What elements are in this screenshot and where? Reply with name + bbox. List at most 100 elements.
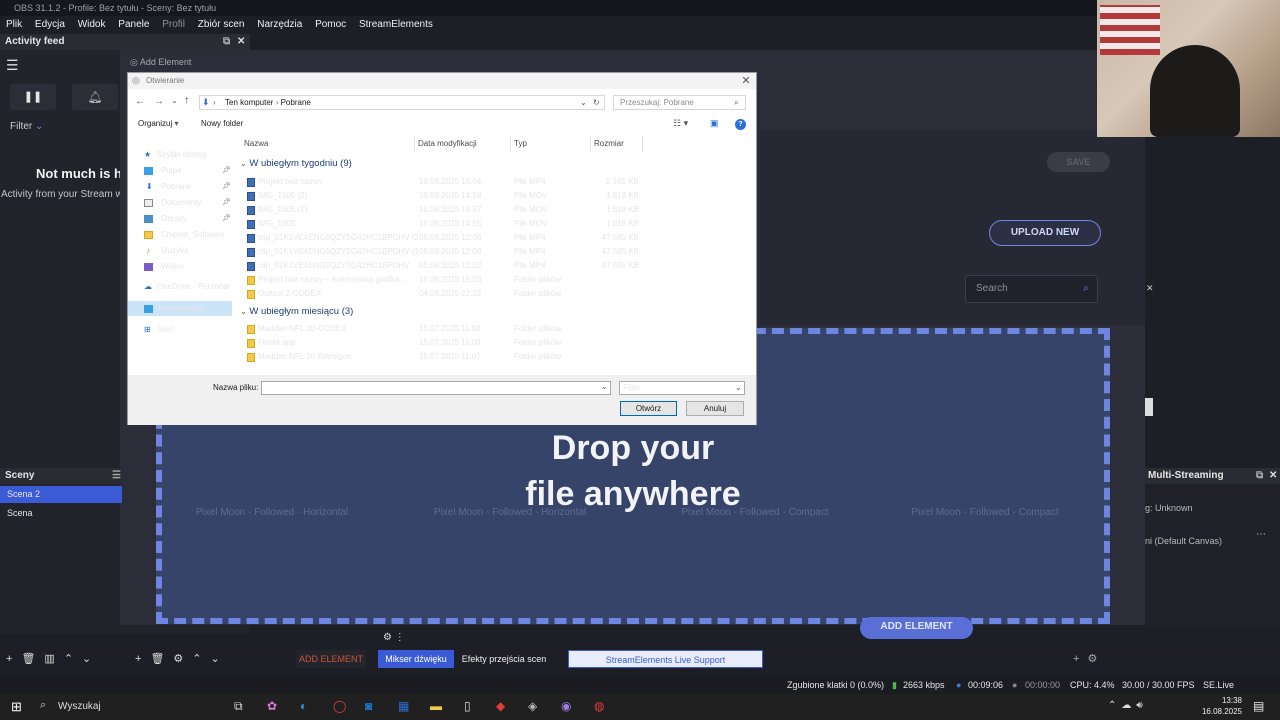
nav-item-chipset-software[interactable]: Chipset_Software bbox=[128, 227, 232, 242]
nav-item-desktop[interactable]: Pulpit 📌︎ bbox=[128, 163, 232, 178]
library-search-input[interactable]: Search ⌕ bbox=[965, 275, 1098, 303]
taskbar-search[interactable]: Wyszukaj bbox=[58, 701, 101, 712]
notifications-button[interactable]: 🔔︎ bbox=[72, 84, 118, 110]
file-explorer-icon[interactable]: ▬ bbox=[430, 699, 442, 713]
task-view-icon[interactable]: ⧉ bbox=[234, 699, 243, 714]
discord-icon[interactable]: ◉ bbox=[561, 699, 571, 713]
chevron-down-icon[interactable]: ⌄ bbox=[580, 96, 587, 109]
chevron-down-icon[interactable]: ⌄ bbox=[601, 382, 608, 391]
move-down-icon[interactable]: ⌄ bbox=[211, 653, 229, 665]
store-icon[interactable]: ▦ bbox=[398, 699, 409, 713]
game-app-icon[interactable]: ◆ bbox=[496, 699, 505, 713]
obs-taskbar-icon[interactable]: ◍ bbox=[594, 699, 604, 713]
trash-icon[interactable]: 🗑︎ bbox=[150, 653, 173, 665]
nav-item-pictures[interactable]: Obrazy 📌︎ bbox=[128, 211, 232, 226]
filename-input[interactable]: ⌄ bbox=[261, 381, 611, 395]
windows-start-icon[interactable]: ⊞ bbox=[11, 699, 22, 715]
file-row[interactable]: Projekt bez nazwy 10.08.2025 15:04 Plik MP… bbox=[245, 175, 655, 189]
up-arrow-icon[interactable]: ↑ bbox=[184, 95, 189, 106]
close-icon[interactable]: ✕ bbox=[1269, 468, 1277, 484]
filter-icon[interactable]: ▥ bbox=[44, 653, 63, 665]
app-icon[interactable]: ◈ bbox=[528, 699, 537, 713]
move-down-icon[interactable]: ⌄ bbox=[82, 653, 100, 665]
nav-item-videos[interactable]: Wideo bbox=[128, 259, 232, 274]
edge-icon[interactable]: ◐ bbox=[300, 699, 307, 713]
move-up-icon[interactable]: ⌃ bbox=[64, 653, 82, 665]
dialog-search-input[interactable]: Przeszukaj: Pobrane ⌕ bbox=[613, 95, 746, 110]
nav-item-this-pc[interactable]: Ten komputer bbox=[128, 301, 232, 316]
file-row[interactable]: Projekt bez nazwy – Animowana grafika ..… bbox=[245, 273, 655, 287]
file-row[interactable]: Madden NFL 20 ElAmigos 15.07.2025 11:07 Fo… bbox=[245, 350, 655, 364]
nav-item-quick-access[interactable]: ★ Szybki dostęp bbox=[128, 147, 232, 162]
more-options-icon[interactable]: ⋯ bbox=[1256, 529, 1266, 540]
file-row[interactable]: IMG_1505 10.08.2025 14:55 Plik MOV 1 818 KB bbox=[245, 217, 655, 231]
file-row[interactable]: IMG_1505 (2) 10.08.2025 14:58 Plik MOV 1 81… bbox=[245, 189, 655, 203]
menu-help[interactable]: Pomoc bbox=[315, 19, 346, 30]
save-button[interactable]: SAVE bbox=[1047, 152, 1110, 172]
file-group-last-month[interactable]: ⌄ W ubiegłym miesiącu (3) bbox=[240, 305, 353, 319]
copilot-icon[interactable]: ✿ bbox=[267, 699, 277, 713]
mixer-settings-icon[interactable]: ⚙ ⋮ bbox=[383, 632, 405, 643]
nav-item-music[interactable]: ♪ Muzyka bbox=[128, 243, 232, 258]
notepad-icon[interactable]: ▯ bbox=[464, 699, 471, 713]
hamburger-menu-icon[interactable]: ☰ bbox=[6, 57, 19, 74]
preview-pane-icon[interactable]: ▣ bbox=[710, 118, 719, 129]
opera-icon[interactable]: ◯ bbox=[333, 699, 346, 713]
dock-menu-icon[interactable]: ☰ bbox=[112, 468, 121, 484]
file-row[interactable]: clip_01K1VE4ENG5QZY5G42HC1BPDHV (2) 05.08… bbox=[245, 231, 655, 245]
column-type[interactable]: Typ bbox=[514, 139, 527, 148]
back-arrow-icon[interactable]: ← bbox=[135, 96, 145, 107]
gear-icon[interactable]: ⚙ bbox=[173, 653, 192, 665]
add-icon[interactable]: + bbox=[1073, 653, 1087, 665]
file-row[interactable]: clip_01K1VE4ENG5QZY5G42HC1BPDHV (1) 05.08… bbox=[245, 245, 655, 259]
trash-icon[interactable]: 🗑︎ bbox=[21, 653, 44, 665]
cancel-button[interactable]: Anuluj bbox=[686, 401, 744, 416]
forward-arrow-icon[interactable]: → bbox=[154, 96, 164, 107]
file-row[interactable]: FiveM.app 15.07.2025 11:08 Folder plików bbox=[245, 336, 655, 350]
file-row[interactable]: IMG_1505 (1) 10.08.2025 14:57 Plik MOV 1 81… bbox=[245, 203, 655, 217]
dialog-close-button[interactable]: ✕ bbox=[738, 73, 754, 89]
add-icon[interactable]: + bbox=[6, 653, 21, 665]
column-name[interactable]: Nazwa bbox=[244, 139, 268, 148]
filetype-select[interactable]: Files ⌄ bbox=[619, 381, 745, 395]
live-support-button[interactable]: StreamElements Live Support bbox=[568, 650, 763, 668]
menu-scene-collection[interactable]: Zbiór scen bbox=[198, 19, 245, 30]
menu-profile[interactable]: Profil bbox=[162, 19, 185, 30]
gear-icon[interactable]: ⚙ bbox=[1087, 653, 1105, 665]
add-element-tab[interactable]: ADD ELEMENT bbox=[296, 650, 366, 668]
undock-icon[interactable]: ⧉ bbox=[1256, 468, 1263, 484]
menu-docks[interactable]: Panele bbox=[118, 19, 149, 30]
notifications-icon[interactable]: ▤ bbox=[1253, 699, 1264, 713]
column-size[interactable]: Rozmiar bbox=[594, 139, 624, 148]
file-row[interactable]: clip_01K1VE4ENG5QZY5G42HC1BPDHV 05.08.202… bbox=[245, 259, 655, 273]
nav-item-documents[interactable]: Dokumenty 📌︎ bbox=[128, 195, 232, 210]
organize-menu[interactable]: Organizuj ▾ bbox=[138, 119, 179, 128]
transitions-tab[interactable]: Efekty przejścia scen bbox=[458, 650, 550, 668]
mixer-tab[interactable]: Mikser dźwięku bbox=[378, 650, 454, 668]
nav-item-network[interactable]: ⊞ Sieć bbox=[128, 322, 232, 337]
file-row[interactable]: Madden.NFL.20-CODEX 15.07.2025 11:08 Folde… bbox=[245, 322, 655, 336]
add-element-button[interactable]: ADD ELEMENT bbox=[860, 617, 973, 639]
scrollbar-thumb[interactable] bbox=[1145, 398, 1153, 416]
address-bar[interactable]: ⬇ › Ten komputer › Pobrane ⌄ ↻ bbox=[199, 95, 605, 110]
breadcrumb-downloads[interactable]: Pobrane bbox=[281, 98, 311, 107]
file-group-last-week[interactable]: ⌄ W ubiegłym tygodniu (9) bbox=[240, 157, 352, 171]
filter-dropdown[interactable]: Filter ⌄ bbox=[10, 121, 43, 132]
menu-file[interactable]: Plik bbox=[6, 19, 22, 30]
add-icon[interactable]: + bbox=[135, 653, 150, 665]
new-folder-button[interactable]: Nowy folder bbox=[201, 119, 243, 128]
undock-icon[interactable]: ⧉ bbox=[223, 34, 230, 50]
system-tray[interactable]: ⌃☁🔊︎ bbox=[1108, 700, 1148, 711]
menu-streamelements[interactable]: StreamElements bbox=[359, 19, 433, 30]
close-icon[interactable]: ✕ bbox=[237, 34, 245, 50]
column-date[interactable]: Data modyfikacji bbox=[418, 139, 477, 148]
nav-item-onedrive[interactable]: ☁ OneDrive - Personal bbox=[128, 279, 232, 294]
upload-new-button[interactable]: UPLOAD NEW bbox=[989, 220, 1101, 246]
view-options-icon[interactable]: ☷ ▾ bbox=[673, 118, 688, 129]
breadcrumb-this-pc[interactable]: Ten komputer bbox=[225, 98, 273, 107]
help-icon[interactable]: ? bbox=[735, 119, 746, 130]
scene-item[interactable]: Scena bbox=[0, 505, 122, 522]
outlook-icon[interactable]: ◙ bbox=[365, 699, 372, 713]
menu-view[interactable]: Widok bbox=[78, 19, 106, 30]
close-icon[interactable]: ✕ bbox=[1146, 283, 1154, 294]
